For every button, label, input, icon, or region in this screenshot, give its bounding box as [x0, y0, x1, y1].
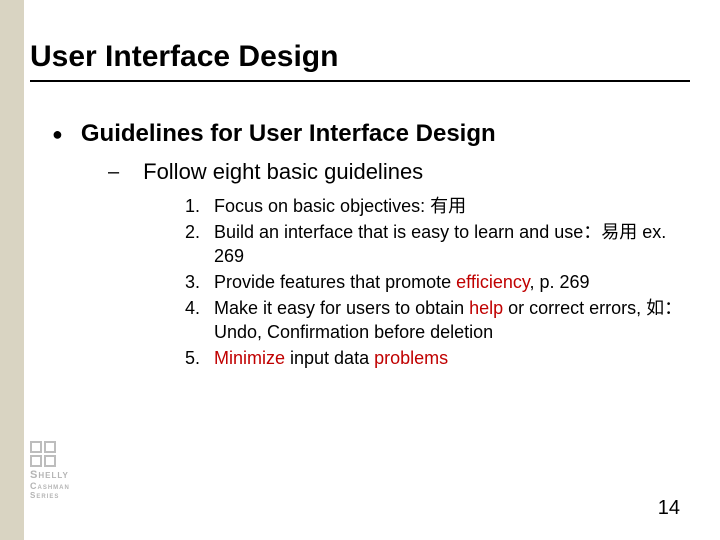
emphasis: efficiency [456, 272, 529, 292]
list-number: 2. [172, 220, 200, 244]
title-underline [30, 80, 690, 82]
list-text: Make it easy for users to obtain help or… [214, 296, 692, 344]
bullet-level2-text: Follow eight basic guidelines [143, 158, 423, 186]
disc-bullet-icon: ● [52, 120, 63, 148]
list-text: Provide features that promote efficiency… [214, 270, 590, 294]
slide-title: User Interface Design [30, 40, 338, 74]
list-number: 1. [172, 194, 200, 218]
emphasis: problems [374, 348, 448, 368]
bullet-level2: – Follow eight basic guidelines [108, 158, 682, 186]
page-number: 14 [658, 497, 680, 520]
list-item: 3. Provide features that promote efficie… [172, 270, 692, 294]
bullet-level1-text: Guidelines for User Interface Design [81, 120, 496, 148]
list-item: 5. Minimize input data problems [172, 346, 692, 370]
list-number: 4. [172, 296, 200, 320]
emphasis: Minimize [214, 348, 285, 368]
list-text: Focus on basic objectives: 有用 [214, 194, 466, 218]
emphasis: help [469, 298, 503, 318]
list-item: 1. Focus on basic objectives: 有用 [172, 194, 692, 218]
logo-line1: Shelly [30, 469, 76, 481]
dash-bullet-icon: – [108, 158, 119, 186]
side-decor-strip [0, 0, 24, 540]
publisher-logo: Shelly Cashman Series [30, 441, 76, 500]
list-item: 2. Build an interface that is easy to le… [172, 220, 692, 268]
numbered-list: 1. Focus on basic objectives: 有用 2. Buil… [172, 194, 692, 370]
logo-squares-icon [30, 455, 76, 467]
logo-squares-icon [30, 441, 76, 453]
logo-line3: Series [30, 491, 76, 500]
list-number: 5. [172, 346, 200, 370]
list-text: Minimize input data problems [214, 346, 448, 370]
slide-body: ● Guidelines for User Interface Design –… [52, 120, 682, 372]
list-item: 4. Make it easy for users to obtain help… [172, 296, 692, 344]
bullet-level1: ● Guidelines for User Interface Design [52, 120, 682, 148]
list-number: 3. [172, 270, 200, 294]
list-text: Build an interface that is easy to learn… [214, 220, 692, 268]
logo-line2: Cashman [30, 481, 76, 491]
